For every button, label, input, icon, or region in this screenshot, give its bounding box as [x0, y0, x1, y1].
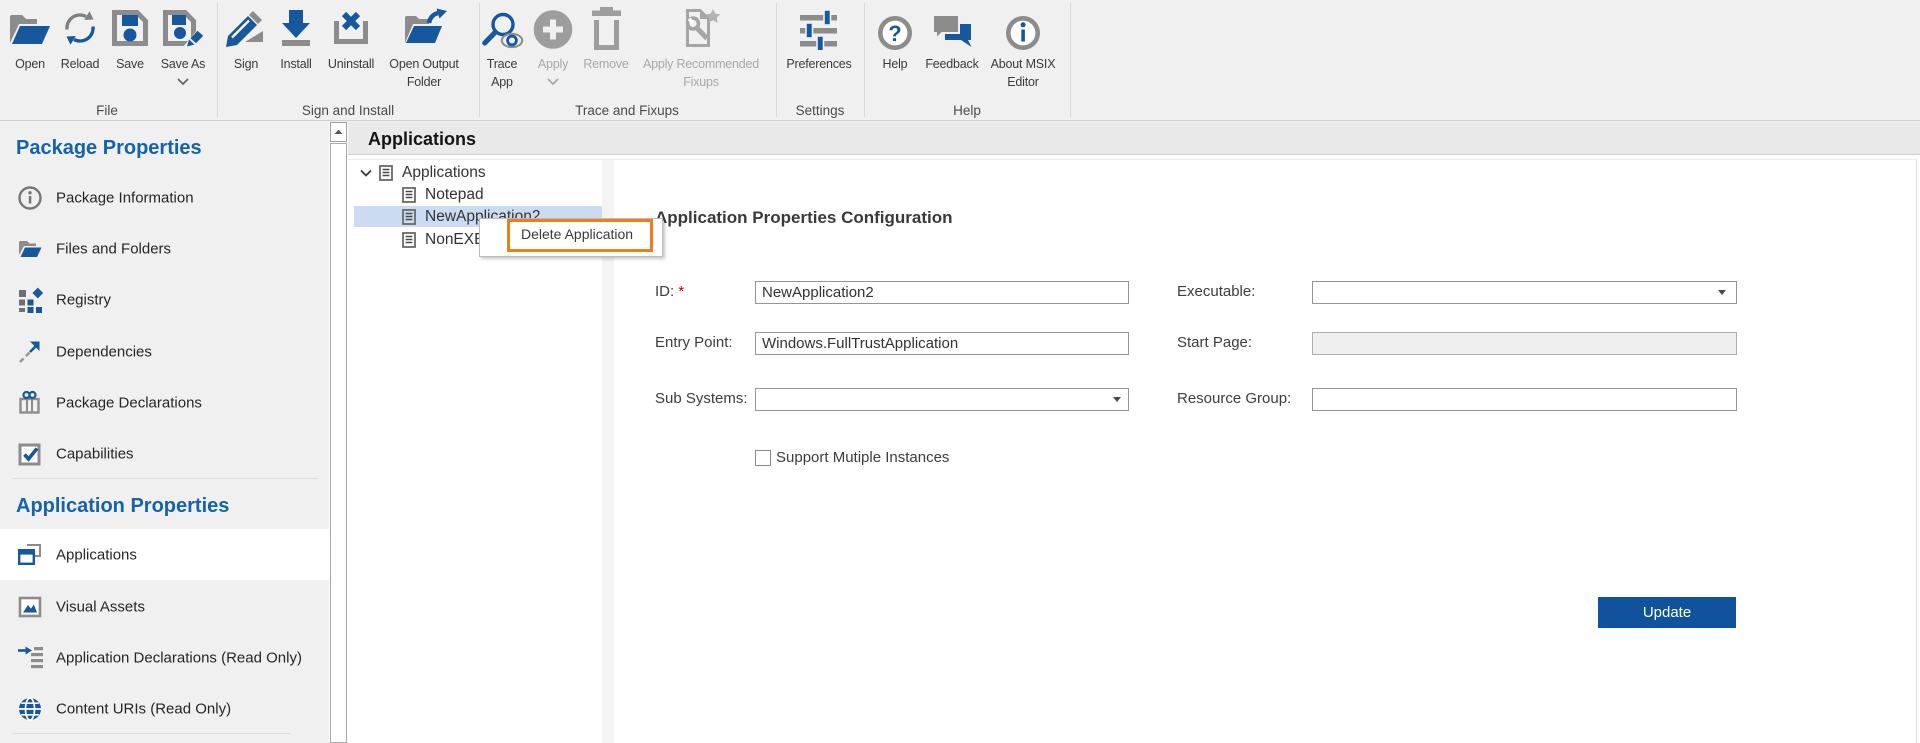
- svg-text:?: ?: [888, 21, 901, 46]
